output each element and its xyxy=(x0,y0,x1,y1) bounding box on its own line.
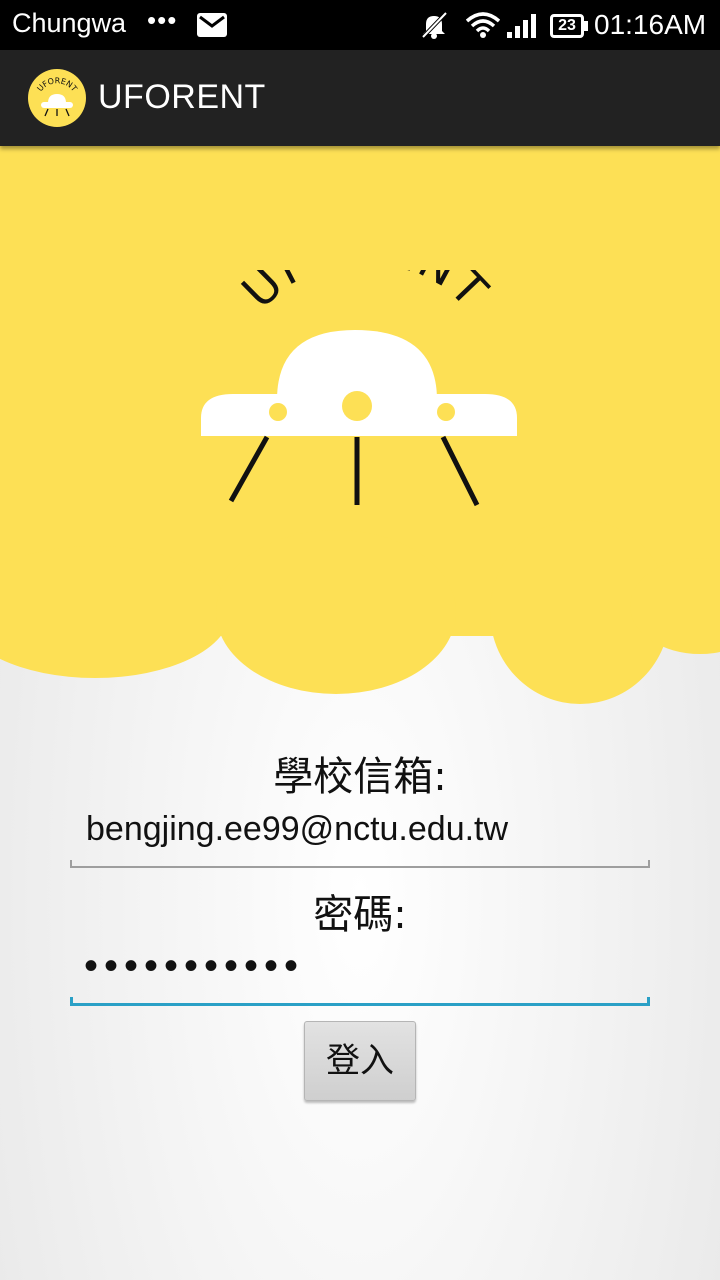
email-label: 學校信箱: xyxy=(273,754,447,800)
logo-text: UFORENT xyxy=(231,221,497,319)
mail-icon xyxy=(197,13,227,41)
battery-icon: 23 xyxy=(550,14,588,38)
password-field-underline xyxy=(70,997,650,1006)
bell-muted-icon xyxy=(420,11,448,43)
password-label: 密碼: xyxy=(313,892,407,938)
status-bar: Chungwa ••• 23 01:16AM xyxy=(0,0,720,50)
svg-text:UFORENT: UFORENT xyxy=(231,270,499,319)
wifi-icon xyxy=(465,12,501,42)
carrier-name: Chungwa xyxy=(12,8,127,38)
app-title: UFORENT xyxy=(98,78,266,116)
email-field[interactable]: bengjing.ee99@nctu.edu.tw xyxy=(70,800,650,868)
signal-icon xyxy=(507,14,539,42)
email-field-underline xyxy=(70,860,650,868)
password-value: ••••••••••• xyxy=(84,944,305,988)
login-button[interactable]: 登入 xyxy=(304,1021,416,1101)
more-notifications-icon: ••• xyxy=(147,5,178,35)
clock: 01:16AM xyxy=(594,9,707,40)
battery-level: 23 xyxy=(558,17,576,34)
app-logo-icon[interactable]: UFORENT xyxy=(28,69,86,127)
email-value: bengjing.ee99@nctu.edu.tw xyxy=(86,810,509,848)
password-field[interactable]: ••••••••••• xyxy=(70,938,650,1006)
action-bar: UFORENT UFORENT xyxy=(0,50,720,146)
uforent-logo: UFORENT xyxy=(195,221,525,510)
